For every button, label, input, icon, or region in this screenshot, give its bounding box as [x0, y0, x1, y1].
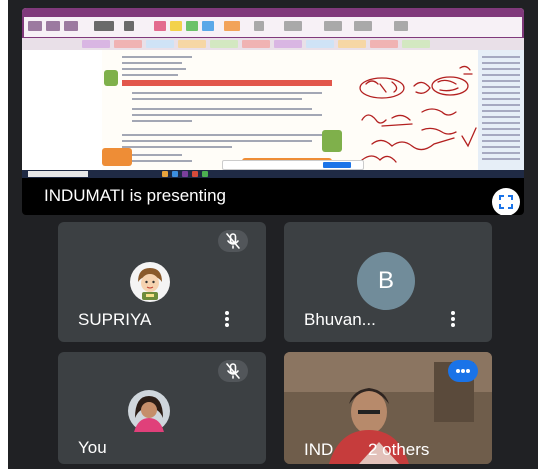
- participant-name: Bhuvan...: [304, 310, 376, 329]
- muted-indicator: [218, 360, 248, 382]
- windows-taskbar: [22, 170, 524, 178]
- speaking-indicator: [448, 360, 478, 382]
- profile-photo-image: [128, 390, 170, 432]
- fullscreen-button[interactable]: [492, 188, 520, 215]
- more-vert-icon: [451, 311, 455, 315]
- cartoon-avatar-image: [130, 262, 170, 302]
- screen-share-bar[interactable]: [222, 160, 364, 170]
- fullscreen-icon: [499, 195, 513, 209]
- ribbon-toolbar: [24, 17, 522, 37]
- mic-off-icon: [226, 363, 240, 379]
- mic-off-icon: [226, 233, 240, 249]
- presentation-area[interactable]: INDUMATI is presenting: [22, 8, 524, 215]
- pages-list: [478, 50, 524, 170]
- participant-tile-supriya[interactable]: SUPRIYA: [58, 222, 266, 342]
- avatar: B: [357, 252, 415, 310]
- others-count: 2 others: [368, 440, 430, 459]
- shared-screen-content: [22, 8, 524, 178]
- participant-tile-you[interactable]: You: [58, 352, 266, 464]
- participant-name: You: [78, 438, 107, 457]
- note-page: [102, 50, 478, 170]
- more-options-button[interactable]: [222, 310, 232, 330]
- taskbar-search: [28, 171, 88, 177]
- presenter-label: INDUMATI is presenting: [44, 186, 227, 205]
- handwriting-annotation: [359, 65, 477, 163]
- stop-sharing-button[interactable]: [323, 162, 351, 168]
- participant-name: IND: [304, 440, 334, 459]
- muted-indicator: [218, 230, 248, 252]
- participant-name: SUPRIYA: [78, 310, 152, 329]
- section-tabs: [22, 38, 524, 50]
- participant-tile-others[interactable]: IND 2 others: [284, 352, 492, 464]
- more-vert-icon: [225, 311, 229, 315]
- notebook-nav-pane: [22, 50, 103, 170]
- avatar: [130, 262, 170, 302]
- avatar: [128, 390, 170, 432]
- app-ribbon: [22, 8, 524, 38]
- participant-tile-bhuvan[interactable]: B Bhuvan...: [284, 222, 492, 342]
- more-options-button[interactable]: [448, 310, 458, 330]
